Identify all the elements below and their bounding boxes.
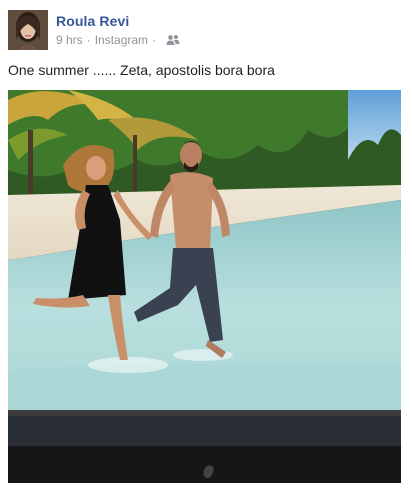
post-photo-image (8, 90, 401, 483)
meta-separator: · (152, 33, 157, 47)
post-meta: 9 hrs · Instagram · (56, 33, 180, 47)
friends-icon[interactable] (166, 34, 180, 46)
post-timestamp-link[interactable]: 9 hrs (56, 33, 83, 47)
author-name-link[interactable]: Roula Revi (56, 13, 129, 29)
facebook-post: Roula Revi 9 hrs · Instagram · One summe… (0, 0, 412, 490)
meta-separator: · (86, 33, 91, 47)
post-source-link[interactable]: Instagram (95, 33, 148, 47)
beach-couple-photo[interactable] (8, 90, 401, 483)
post-caption: One summer ...... Zeta, apostolis bora b… (8, 62, 275, 78)
author-avatar[interactable] (8, 10, 48, 50)
avatar-image (8, 10, 48, 50)
